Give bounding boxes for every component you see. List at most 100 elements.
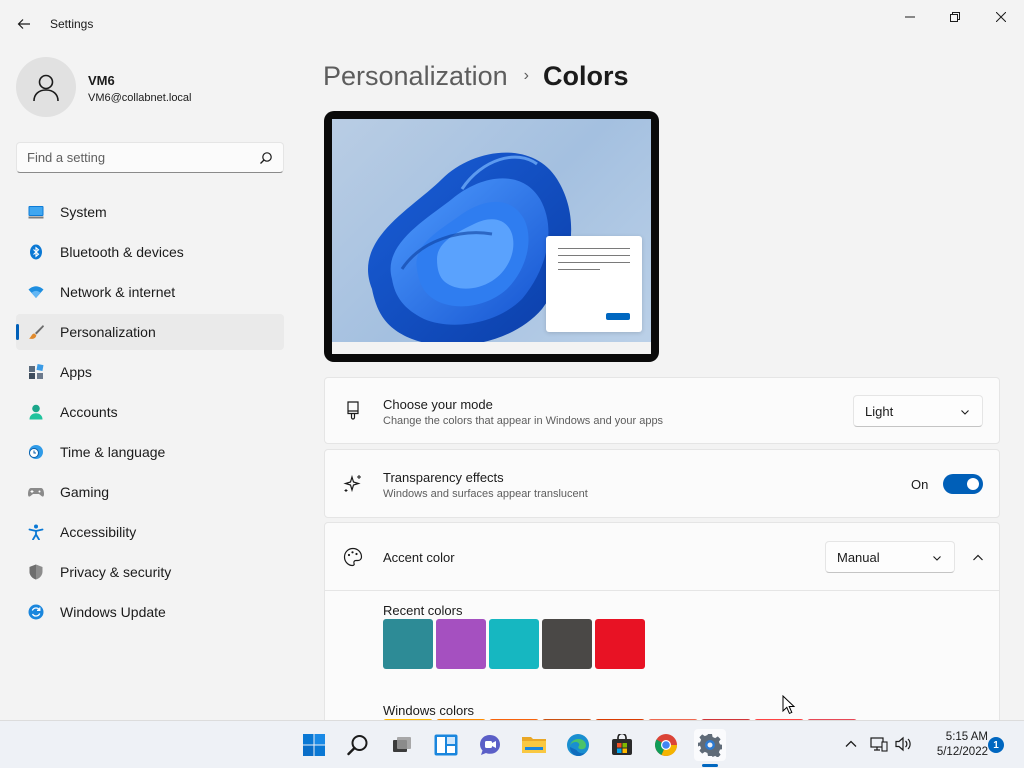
sidebar-nav: System Bluetooth & devices Network & int… <box>16 194 284 634</box>
profile-email: VM6@collabnet.local <box>88 92 192 104</box>
color-swatch[interactable] <box>383 619 433 669</box>
chevron-up-icon <box>845 740 857 747</box>
show-hidden-icons-button[interactable] <box>842 735 860 753</box>
clock-globe-icon <box>29 445 43 459</box>
mode-card: Choose your mode Change the colors that … <box>324 377 1000 444</box>
sidebar-item-label: Time & language <box>60 444 166 460</box>
chat-button[interactable] <box>474 729 506 761</box>
color-swatch[interactable] <box>595 619 645 669</box>
color-swatch[interactable] <box>489 619 539 669</box>
task-view-icon <box>393 737 411 752</box>
mode-dropdown[interactable]: Light <box>853 395 983 427</box>
transparency-card: Transparency effects Windows and surface… <box>324 449 1000 518</box>
transparency-toggle[interactable] <box>943 474 983 494</box>
sidebar-item-apps[interactable]: Apps <box>16 354 284 390</box>
edge-button[interactable] <box>562 729 594 761</box>
preview-screen <box>332 119 651 354</box>
close-button[interactable] <box>978 4 1024 30</box>
restore-icon <box>950 12 960 22</box>
sidebar-item-label: Gaming <box>60 484 110 500</box>
update-icon <box>28 604 44 620</box>
color-swatch[interactable] <box>542 619 592 669</box>
minimize-icon <box>905 16 915 18</box>
search-box[interactable] <box>16 142 284 173</box>
file-explorer-button[interactable] <box>518 729 550 761</box>
minimize-button[interactable] <box>887 4 933 30</box>
sidebar-item-system[interactable]: System <box>16 194 284 230</box>
person-icon <box>29 404 43 420</box>
network-tray-button[interactable] <box>870 735 888 753</box>
maximize-button[interactable] <box>932 4 978 30</box>
search-input[interactable] <box>17 143 283 172</box>
preview-button <box>606 313 630 320</box>
chat-icon <box>480 735 500 755</box>
sidebar-item-accessibility[interactable]: Accessibility <box>16 514 284 550</box>
sidebar-item-time-language[interactable]: Time & language <box>16 434 284 470</box>
store-button[interactable] <box>606 729 638 761</box>
chevron-down-icon <box>961 410 969 415</box>
brush-icon <box>29 325 44 339</box>
apps-icon <box>29 364 44 379</box>
notification-badge[interactable]: 1 <box>988 737 1004 753</box>
chevron-up-icon <box>973 554 983 561</box>
transparency-title: Transparency effects <box>383 470 504 485</box>
back-button[interactable] <box>10 10 38 38</box>
accent-dropdown[interactable]: Manual <box>825 541 955 573</box>
volume-tray-button[interactable] <box>895 735 913 753</box>
settings-button[interactable] <box>694 729 726 761</box>
start-icon <box>303 734 325 756</box>
breadcrumb-parent[interactable]: Personalization <box>323 61 508 92</box>
transparency-toggle-label: On <box>911 477 929 492</box>
app-title: Settings <box>50 17 94 31</box>
toggle-knob <box>967 478 979 490</box>
windows-colors-label: Windows colors <box>383 703 475 718</box>
taskbar: 5:15 AM 5/12/2022 1 <box>0 720 1024 768</box>
sidebar-item-label: Accessibility <box>60 524 137 540</box>
active-app-indicator <box>702 764 718 767</box>
chrome-button[interactable] <box>650 729 682 761</box>
accent-card: Accent color Manual Recent colors Window… <box>324 522 1000 768</box>
sidebar-item-accounts[interactable]: Accounts <box>16 394 284 430</box>
theme-preview <box>324 111 659 362</box>
color-swatch[interactable] <box>436 619 486 669</box>
chrome-icon <box>655 734 677 756</box>
taskbar-search-button[interactable] <box>342 729 374 761</box>
accent-collapse-button[interactable] <box>965 545 991 571</box>
volume-icon <box>895 736 911 752</box>
start-button[interactable] <box>298 729 330 761</box>
sidebar-item-windows-update[interactable]: Windows Update <box>16 594 284 630</box>
profile-name: VM6 <box>88 73 115 88</box>
search-icon <box>347 735 368 756</box>
palette-icon <box>343 547 363 567</box>
breadcrumb: Personalization › Colors <box>323 58 628 94</box>
recent-colors-row <box>383 619 648 669</box>
mode-subtitle: Change the colors that appear in Windows… <box>383 415 664 427</box>
close-icon <box>996 12 1006 22</box>
monitor-icon <box>28 206 44 219</box>
settings-icon <box>698 734 722 757</box>
recent-colors-label: Recent colors <box>383 603 463 618</box>
avatar[interactable] <box>16 57 76 117</box>
title-bar: Settings <box>0 0 1024 48</box>
sidebar-item-network[interactable]: Network & internet <box>16 274 284 310</box>
search-icon <box>260 152 272 164</box>
sidebar-item-bluetooth[interactable]: Bluetooth & devices <box>16 234 284 270</box>
widgets-icon <box>434 734 458 756</box>
preview-window <box>546 236 642 332</box>
task-view-button[interactable] <box>386 729 418 761</box>
clock-time: 5:15 AM <box>945 731 988 743</box>
sidebar-item-personalization[interactable]: Personalization <box>16 314 284 350</box>
page-title: Colors <box>542 60 629 91</box>
ethernet-icon <box>870 737 888 752</box>
sidebar-item-gaming[interactable]: Gaming <box>16 474 284 510</box>
taskbar-clock[interactable]: 5:15 AM 5/12/2022 <box>918 730 988 760</box>
sidebar-item-privacy-security[interactable]: Privacy & security <box>16 554 284 590</box>
clock-date: 5/12/2022 <box>936 746 988 758</box>
sidebar-item-label: Personalization <box>60 324 156 340</box>
gamepad-icon <box>28 488 44 497</box>
preview-taskbar <box>332 342 651 354</box>
mouse-cursor-icon <box>782 695 796 715</box>
paint-brush-icon <box>347 401 359 420</box>
widgets-button[interactable] <box>430 729 462 761</box>
mode-title: Choose your mode <box>383 397 493 412</box>
